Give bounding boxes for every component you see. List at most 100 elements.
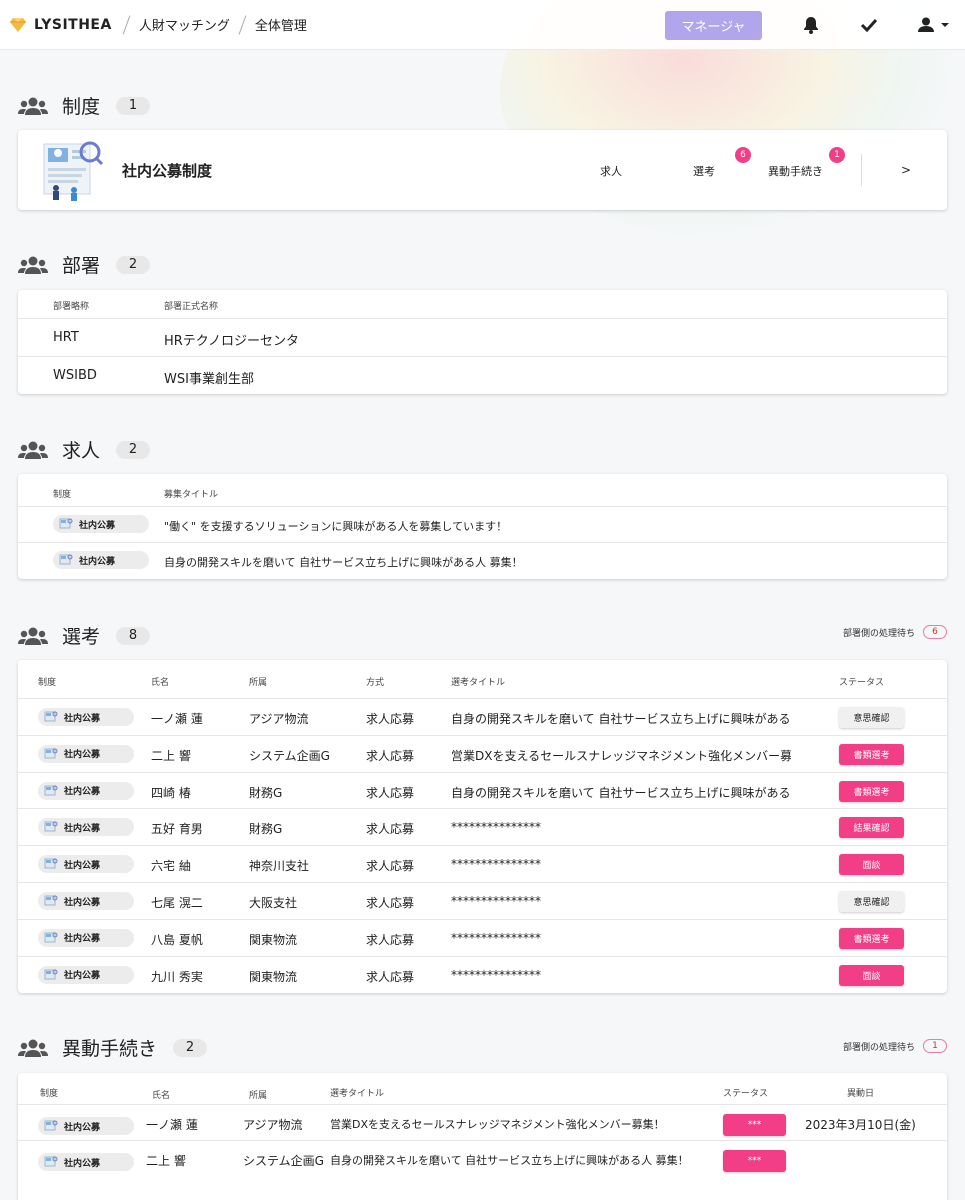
table-row[interactable]: 社内公募 自身の開発スキルを磨いて 自社サービス立ち上げに興味がある人 募集！ [18, 542, 947, 579]
seido-thumb-icon [44, 858, 58, 869]
section-header-seido: 制度 1 [18, 92, 151, 119]
name-cell: 九川 秀実 [151, 969, 203, 984]
status-button[interactable]: 書類選考 [839, 743, 904, 765]
column-header-seido: 制度 [38, 678, 57, 688]
name-cell: 四崎 椿 [151, 785, 191, 800]
table-row[interactable]: 社内公募 五好 育男 財務G 求人応募 *************** 結果確認 [18, 808, 947, 845]
breadcrumb-item-matching[interactable]: 人財マッチング [139, 15, 230, 34]
column-header-seido: 制度 [53, 490, 72, 500]
title-cell[interactable]: *************** [451, 857, 791, 871]
name-cell: 二上 響 [146, 1154, 186, 1168]
table-row[interactable]: WSIBD WSI事業創生部 [18, 356, 947, 394]
bell-icon[interactable] [800, 14, 822, 36]
seido-thumb-icon [44, 785, 58, 796]
ido-count-badge: 1 [829, 147, 845, 163]
seido-chip: 社内公募 [38, 855, 134, 874]
busho-full: WSI事業創生部 [164, 372, 254, 387]
status-button[interactable]: *** [723, 1114, 786, 1136]
seido-chip: 社内公募 [53, 515, 149, 533]
pending-label: 部署側の処理待ち [842, 628, 915, 639]
status-button[interactable]: 意思確認 [839, 891, 904, 912]
dept-cell: アジア物流 [243, 1118, 303, 1132]
seido-chip: 社内公募 [38, 708, 134, 726]
card-arrow-button[interactable]: > [901, 163, 911, 177]
group-icon [18, 441, 48, 459]
breadcrumb-item-overall[interactable]: 全体管理 [255, 15, 307, 34]
tab-kyujin[interactable]: 求人 [600, 163, 622, 179]
kyujin-table: 制度 募集タイトル 社内公募 "働く" を支援するソリューションに興味がある人を… [18, 474, 947, 579]
title-cell[interactable]: 自身の開発スキルを磨いて 自社サービス立ち上げに興味がある人… [451, 784, 791, 801]
kyujin-title[interactable]: 自身の開発スキルを磨いて 自社サービス立ち上げに興味がある人 募集！ [164, 554, 523, 570]
section-header-ido: 異動手続き 2 [18, 1034, 208, 1061]
seido-thumb-icon [44, 1120, 58, 1131]
table-row[interactable]: 社内公募 九川 秀実 関東物流 求人応募 *************** 面談 [18, 955, 947, 993]
table-row[interactable]: 社内公募 一ノ瀬 蓮 アジア物流 求人応募 自身の開発スキルを磨いて 自社サービス立ち上… [18, 698, 947, 735]
check-icon[interactable] [858, 14, 880, 36]
title-cell[interactable]: *************** [451, 931, 791, 945]
title-cell[interactable]: *************** [451, 894, 791, 908]
dept-cell: アジア物流 [249, 712, 309, 726]
column-header-status: ステータス [839, 678, 885, 688]
table-row[interactable]: HRT HRテクノロジーセンタ [18, 318, 947, 356]
seido-chip: 社内公募 [53, 551, 149, 569]
seido-chip: 社内公募 [38, 1153, 134, 1171]
table-row[interactable]: 社内公募 一ノ瀬 蓮 アジア物流 営業DXを支えるセールスナレッジマネジメント強化メン… [18, 1104, 947, 1140]
status-button[interactable]: 書類選考 [839, 780, 904, 802]
ido-pending[interactable]: 部署側の処理待ち 1 [843, 1039, 947, 1053]
seido-thumb-icon [44, 895, 58, 906]
kyujin-title[interactable]: "働く" を支援するソリューションに興味がある人を募集しています！ [164, 518, 507, 534]
senko-pending[interactable]: 部署側の処理待ち 6 [843, 625, 947, 639]
method-cell: 求人応募 [366, 712, 415, 726]
title-cell[interactable]: *************** [451, 968, 791, 982]
pending-count-badge: 6 [923, 625, 947, 639]
seido-thumb-icon [59, 518, 73, 529]
table-row[interactable]: 社内公募 八島 夏帆 関東物流 求人応募 *************** 書類選考 [18, 918, 947, 956]
column-header-title: 選考タイトル [451, 678, 506, 688]
tab-senko[interactable]: 選考 [693, 163, 715, 179]
pending-count-badge: 1 [923, 1039, 947, 1053]
seido-thumb-icon [44, 711, 58, 722]
column-header-title: 選考タイトル [330, 1089, 385, 1099]
dept-cell: 神奈川支社 [249, 859, 310, 874]
table-row[interactable]: 社内公募 "働く" を支援するソリューションに興味がある人を募集しています！ [18, 506, 947, 542]
method-cell: 求人応募 [366, 822, 415, 837]
seido-card[interactable]: 社内公募制度 求人 選考 6 異動手続き 1 > [18, 130, 947, 210]
seido-illustration-icon [43, 141, 104, 201]
title-cell[interactable]: *************** [451, 820, 791, 834]
seido-thumb-icon [44, 1156, 58, 1167]
table-row[interactable]: 社内公募 四崎 椿 財務G 求人応募 自身の開発スキルを磨いて 自社サービス立ち上げに興… [18, 771, 947, 809]
status-button[interactable]: 意思確認 [839, 707, 904, 728]
name-cell: 一ノ瀬 蓮 [146, 1118, 198, 1132]
seido-thumb-icon [44, 748, 58, 759]
count-badge: 1 [116, 96, 151, 115]
status-button[interactable]: 面談 [839, 964, 904, 986]
date-cell: 2023年3月10日(金) [805, 1118, 916, 1132]
table-row[interactable]: 社内公募 二上 響 システム企画G 求人応募 営業DXを支えるセールスナレッジマネジメン… [18, 734, 947, 772]
diamond-logo-icon [10, 17, 26, 32]
status-button[interactable]: 面談 [839, 854, 904, 876]
title-cell[interactable]: 営業DXを支えるセールスナレッジマネジメント強化メンバー募集！ [451, 747, 791, 764]
dept-cell: システム企画G [249, 748, 330, 763]
table-row[interactable]: 社内公募 六宅 紬 神奈川支社 求人応募 *************** 面談 [18, 845, 947, 882]
dept-cell: 財務G [249, 822, 283, 837]
count-badge: 2 [116, 440, 151, 459]
logo[interactable]: LYSITHEA [10, 17, 112, 33]
title-cell[interactable]: 自身の開発スキルを磨いて 自社サービス立ち上げに興味がある人 募集！ [330, 1152, 689, 1168]
pending-label: 部署側の処理待ち [842, 1042, 915, 1053]
status-button[interactable]: 書類選考 [839, 927, 904, 949]
group-icon [18, 1039, 48, 1057]
title-cell[interactable]: 自身の開発スキルを磨いて 自社サービス立ち上げに興味がある人… [451, 710, 791, 727]
status-button[interactable]: 結果確認 [839, 817, 904, 839]
name-cell: 一ノ瀬 蓮 [151, 712, 203, 726]
seido-chip: 社内公募 [38, 1117, 134, 1135]
tab-ido[interactable]: 異動手続き [768, 163, 823, 179]
user-menu-icon[interactable] [916, 14, 952, 36]
title-cell[interactable]: 営業DXを支えるセールスナレッジマネジメント強化メンバー募集！ [330, 1116, 665, 1132]
seido-chip: 社内公募 [38, 744, 134, 763]
table-row[interactable]: 社内公募 二上 響 システム企画G 自身の開発スキルを磨いて 自社サービス立ち上げに興… [18, 1140, 947, 1176]
senko-table: 制度 氏名 所属 方式 選考タイトル ステータス 社内公募 一ノ瀬 蓮アジア物流求… [18, 660, 947, 993]
manager-button[interactable]: マネージャ [665, 11, 762, 40]
table-row[interactable]: 社内公募 七尾 滉二 大阪支社 求人応募 *************** 意思確認 [18, 882, 947, 919]
status-button[interactable]: *** [723, 1150, 786, 1172]
dept-cell: 関東物流 [249, 932, 298, 947]
